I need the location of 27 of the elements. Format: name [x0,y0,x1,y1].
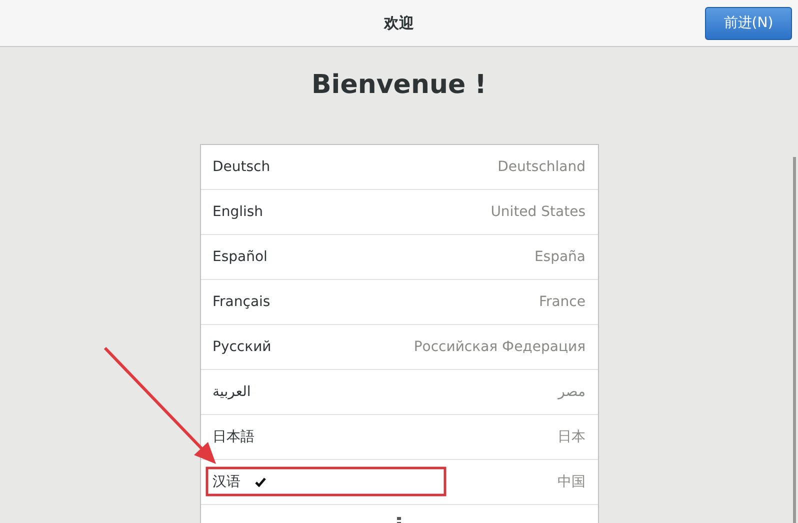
language-row[interactable]: 汉语 中国 [200,460,598,505]
region-name: España [534,248,586,266]
language-row[interactable]: العربية مصر [200,370,598,415]
language-name: العربية [212,382,251,402]
region-name: 中国 [558,472,586,492]
language-name: Русский [212,338,272,356]
language-row[interactable]: Deutsch Deutschland [200,145,598,190]
region-name: France [538,292,586,312]
next-button[interactable]: 前进(N) [705,7,792,40]
region-name: Российская Федерация [414,338,586,356]
language-row[interactable]: Français France [200,280,598,325]
window-title: 欢迎 [384,12,414,34]
language-row[interactable]: Español España [200,235,598,280]
region-name: مصر [558,382,586,402]
language-row[interactable]: Русский Российская Федерация [200,325,598,370]
language-name: Español [212,248,268,266]
language-name: 汉语 [212,472,240,492]
language-name: 日本語 [212,428,254,446]
language-row[interactable]: English United States [200,190,598,235]
language-name: Deutsch [212,158,270,176]
welcome-heading: Bienvenue ! [311,69,487,102]
region-name: 日本 [558,428,586,446]
scrollbar[interactable] [793,157,796,523]
language-name: English [212,202,264,222]
language-name: Français [212,292,270,312]
region-name: Deutschland [498,158,586,176]
region-name: United States [490,202,586,222]
